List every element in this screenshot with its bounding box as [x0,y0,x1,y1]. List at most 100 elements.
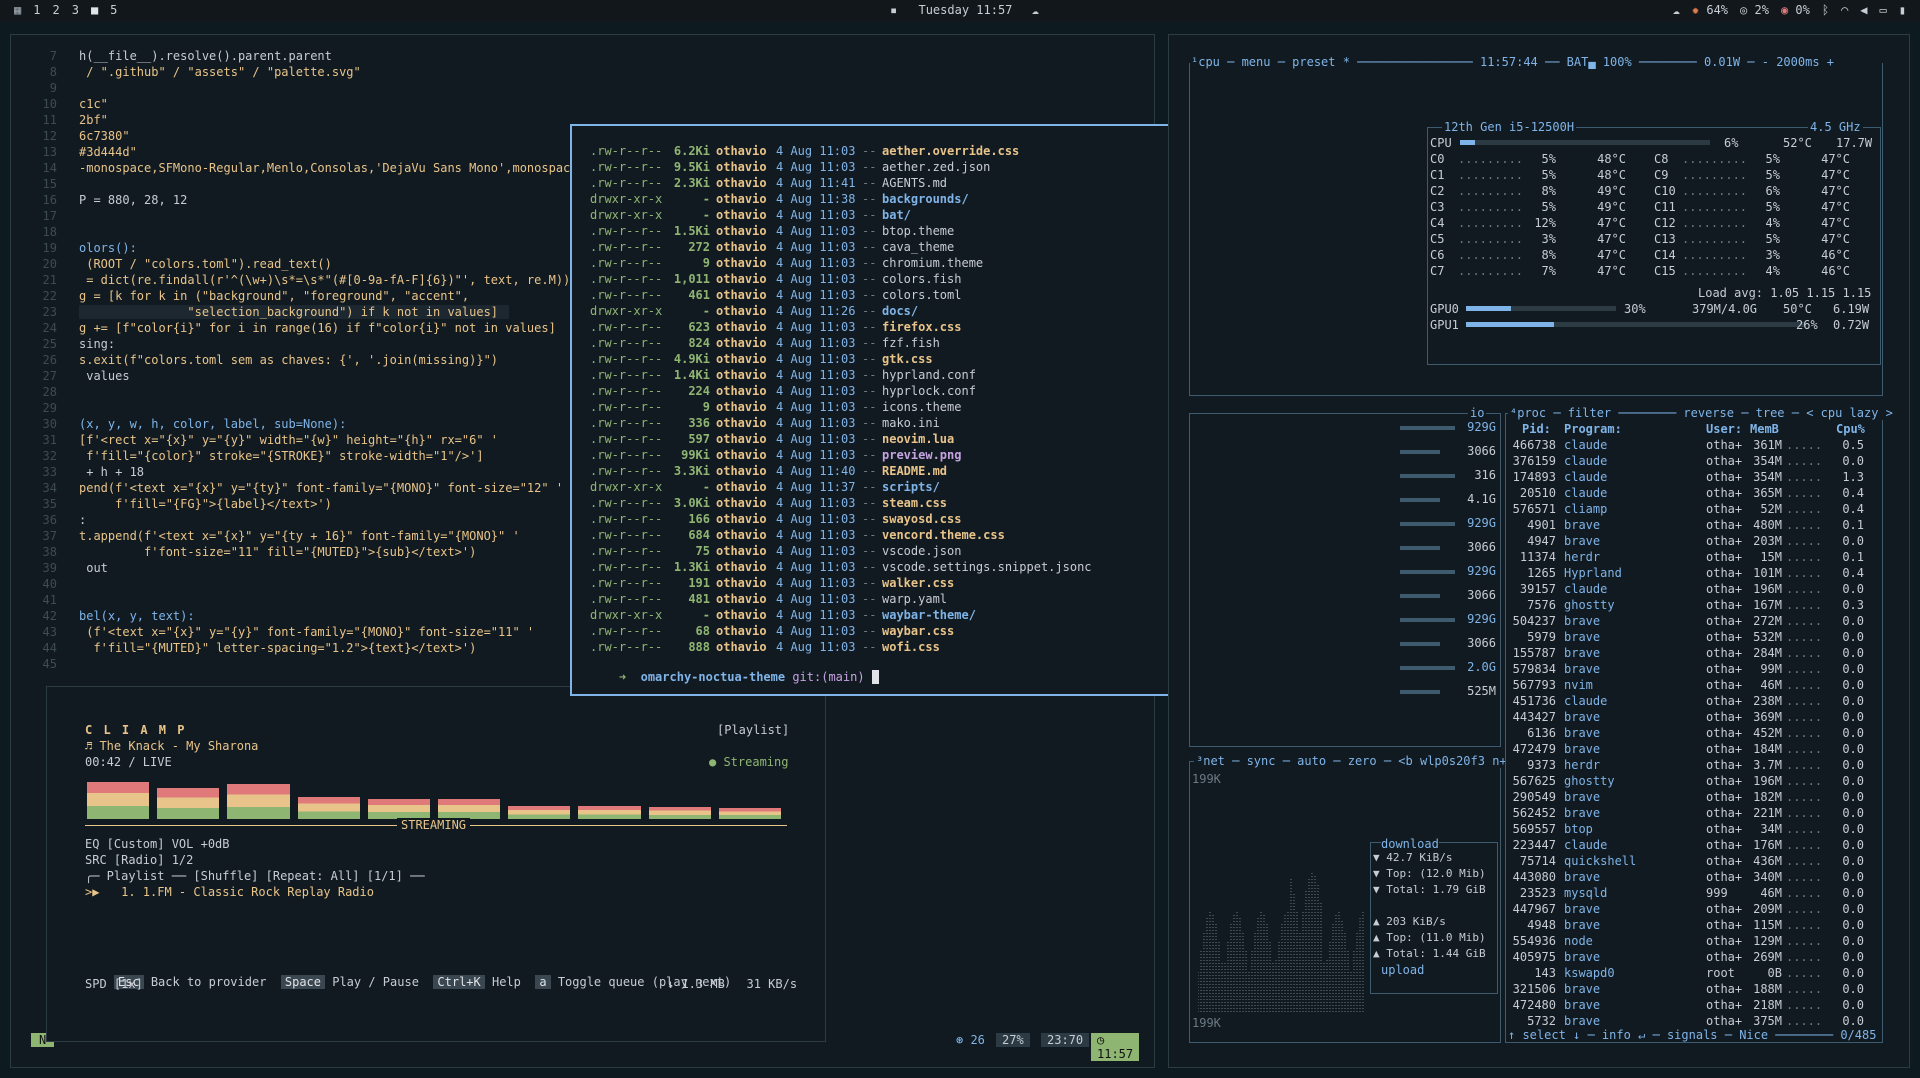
download-rate: ▼ 42.7 KiB/s [1373,851,1453,864]
proc-cpu-meter: ..... [1786,838,1823,852]
proc-user: otha+ [1706,662,1743,676]
proc-col-cpu[interactable]: Cpu% [1836,422,1865,436]
file-size: 4.9Ki [673,352,710,366]
owner: othavio [716,432,767,446]
proc-col-mem[interactable]: MemB [1750,422,1779,436]
proc-cpu: 0.0 [1842,902,1864,916]
permissions: drwxr-xr-x [590,304,663,318]
proc-header[interactable]: ⁴proc ─ filter ──────── reverse ─ tree ─… [1508,406,1895,420]
permissions: .rw-r--r-- [590,336,663,350]
proc-cpu-meter: ..... [1786,822,1823,836]
shell-prompt[interactable]: ➜ omarchy-noctua-theme git:(main) [590,656,880,698]
line-number: 12 [42,129,57,143]
proc-user: root [1706,966,1735,980]
proc-cpu: 0.0 [1842,582,1864,596]
file-size: 1,011 [673,272,710,286]
proc-pid: 11374 [1519,550,1556,564]
core-label: C14 [1654,248,1676,262]
grid-icon[interactable]: ▦ [14,3,21,17]
proc-pid: 223447 [1512,838,1556,852]
core-temp: 46°C [1821,248,1850,262]
workspace-2[interactable]: 2 [52,3,59,17]
separator: -- [862,432,877,446]
file-name: backgrounds/ [882,192,969,206]
io-label[interactable]: io [1468,406,1487,420]
proc-col-user[interactable]: User: [1706,422,1742,436]
visualizer-bar [157,788,220,819]
proc-cpu: 0.0 [1842,998,1864,1012]
speed[interactable]: SPD [1x] [85,977,143,991]
space-key[interactable]: Space [280,975,325,989]
separator: -- [862,544,877,558]
core-meter: ......... [1458,248,1524,262]
keybind-hints: Esc Back to provider Space Play / Pause … [85,961,731,1003]
io-bar [1400,546,1440,550]
a-key[interactable]: a [535,975,551,989]
music-player-window[interactable]: C L I A M P [Playlist] ♬ The Knack - My … [46,686,826,1042]
modified-date: 4 Aug 11:03 [776,208,856,222]
net-bottom-scale: 199K [1192,1016,1221,1030]
playlist-item[interactable]: >▶ 1. 1.FM - Classic Rock Replay Radio [85,885,374,899]
core-meter: ......... [1682,216,1748,230]
file-name: vscode.json [882,544,962,558]
workspace-4[interactable]: ■ [91,3,98,17]
ctrlk-key[interactable]: Ctrl+K [433,975,485,989]
workspace-switcher: ▦ 1 2 3 ■ 5 [14,3,117,17]
proc-mem: 480M [1753,518,1782,532]
proc-program: brave [1564,534,1601,548]
upload-total: ▲ Total: 1.44 GiB [1373,947,1486,960]
workspace-1[interactable]: 1 [33,3,40,17]
cloud-icon[interactable]: ☁ [1673,3,1680,17]
proc-col-pid[interactable]: Pid: [1522,422,1551,436]
bluetooth-icon[interactable]: ᛒ [1822,3,1829,17]
btop-window[interactable]: ¹cpu ─ menu ─ preset * ──────────────── … [1168,34,1910,1068]
line-number: 32 [42,449,57,463]
proc-pid: 579834 [1512,662,1556,676]
proc-col-program[interactable]: Program: [1564,422,1622,436]
eq-volume[interactable]: EQ [Custom] VOL +0dB [85,837,230,851]
file-size: 336 [688,416,710,430]
net-header[interactable]: ³net ─ sync ─ auto ─ zero ─ <b wlp0s20f3… [1194,754,1509,768]
line-number: 19 [42,241,57,255]
file-name: waybar.css [882,624,955,638]
cpu-total-temp: 52°C [1783,136,1812,150]
battery-icon[interactable]: ▮ [1899,3,1906,17]
visualizer-bar [648,807,711,819]
workspace-3[interactable]: 3 [72,3,79,17]
proc-user: otha+ [1706,998,1743,1012]
core-temp: 47°C [1597,216,1626,230]
clock-text: Tuesday 11:57 [918,3,1013,17]
core-meter: ......... [1682,264,1748,278]
core-temp: 47°C [1597,248,1626,262]
proc-pid: 554936 [1512,934,1556,948]
separator: -- [862,192,877,206]
proc-cpu-meter: ..... [1786,486,1823,500]
separator: -- [862,352,877,366]
visualizer-bar [578,806,641,819]
io-bar [1400,522,1455,526]
proc-cpu: 0.0 [1842,966,1864,980]
proc-program: brave [1564,1014,1601,1028]
temperature-indicator[interactable]: ◉ 0% [1781,3,1810,17]
download-total: ▼ Total: 1.79 GiB [1373,883,1486,896]
proc-cpu-meter: ..... [1786,694,1823,708]
modified-date: 4 Aug 11:03 [776,320,856,334]
gpu0-pct: 30% [1624,302,1646,316]
permissions: .rw-r--r-- [590,384,663,398]
display-icon[interactable]: ▭ [1880,3,1887,17]
proc-pid: 504237 [1512,614,1556,628]
memory-indicator[interactable]: ◎ 2% [1740,3,1769,17]
player-mode[interactable]: [Playlist] [717,723,789,737]
core-temp: 48°C [1597,152,1626,166]
workspace-5[interactable]: 5 [110,3,117,17]
wifi-icon[interactable]: ◠ [1841,3,1848,17]
owner: othavio [716,416,767,430]
proc-cpu-meter: ..... [1786,614,1823,628]
line-number: 38 [42,545,57,559]
media-icon: ▪ [890,3,898,17]
clock[interactable]: ▪ Tuesday 11:57 ☁ [890,3,1039,17]
cpu-indicator[interactable]: ✹ 64% [1692,3,1728,17]
source[interactable]: SRC [Radio] 1/2 [85,853,193,867]
volume-icon[interactable]: ◀ [1860,3,1867,17]
proc-footer[interactable]: ↑ select ↓ ─ info ↵ ─ signals ─ Nice ───… [1508,1028,1877,1042]
